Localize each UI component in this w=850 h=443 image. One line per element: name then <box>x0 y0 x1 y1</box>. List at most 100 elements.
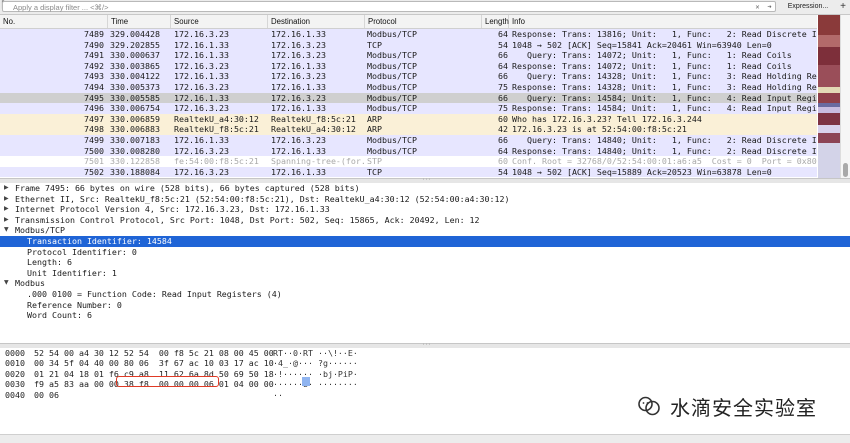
packet-row[interactable]: 7501 330.122858 fe:54:00:f8:5c:21 Spanning-… <box>0 156 817 167</box>
packet-cell-src: fe:54:00:f8:5c:21 <box>174 156 259 167</box>
detail-row[interactable]: ▶ Transmission Control Protocol, Src Port… <box>0 215 850 226</box>
packet-row[interactable]: 7502 330.188084 172.16.3.23 172.16.1.33 TCP 5… <box>0 166 817 178</box>
bytes-row[interactable]: 0010 00 34 5f 04 40 00 80 06 3f 67 ac 10 … <box>0 358 850 368</box>
packet-cell-len: 54 <box>498 39 508 50</box>
packet-cell-dst: 172.16.3.23 <box>271 92 326 103</box>
packet-cell-len: 60 <box>498 113 508 124</box>
packet-cell-no: 7489 <box>84 29 104 39</box>
packet-cell-time: 330.004122 <box>110 71 160 82</box>
packet-row[interactable]: 7490 329.202855 172.16.1.33 172.16.3.23 TCP 5… <box>0 39 817 51</box>
ascii-bytes: RT··0·RT ··\!··E· <box>273 348 358 358</box>
packet-cell-dst: 172.16.3.23 <box>271 50 326 61</box>
splitter-grip-icon[interactable]: ··· <box>422 343 431 348</box>
packet-cell-dst: 172.16.3.23 <box>271 71 326 82</box>
packet-cell-src: RealtekU_f8:5c:21 <box>174 124 259 135</box>
column-header-destination[interactable]: Destination <box>268 15 365 28</box>
expanded-arrow-icon[interactable]: ▼ <box>4 278 12 289</box>
detail-row[interactable]: Unit Identifier: 1 <box>0 268 850 279</box>
packet-cell-src: 172.16.1.33 <box>174 50 229 61</box>
ascii-bytes: ·4_·@··· ?g······ <box>273 358 358 369</box>
expression-button[interactable]: Expression... <box>780 0 836 14</box>
packet-cell-info: Response: Trans: 14584; Unit: 1, Func: 4… <box>512 103 817 114</box>
packet-cell-no: 7494 <box>84 81 104 92</box>
display-filter-input[interactable]: Apply a display filter ... <⌘/> <box>2 1 776 12</box>
splitter-grip-icon[interactable]: ··· <box>422 178 431 183</box>
bytes-row[interactable]: 0000 52 54 00 a4 30 12 52 54 00 f8 5c 21 … <box>0 348 850 358</box>
packet-row[interactable]: 7497 330.006859 RealtekU_a4:30:12 RealtekU_… <box>0 113 817 125</box>
add-filter-button[interactable]: + <box>836 0 850 14</box>
packet-list-rows: 7489 329.004428 172.16.3.23 172.16.1.33 Modb… <box>0 29 817 178</box>
packet-row[interactable]: 7494 330.005373 172.16.3.23 172.16.1.33 Modb… <box>0 81 817 93</box>
packet-cell-proto: ARP <box>367 124 382 135</box>
detail-row[interactable]: ▼ Modbus <box>0 278 850 289</box>
detail-text: Internet Protocol Version 4, Src: 172.16… <box>15 204 330 215</box>
filter-clear-icon[interactable]: ✕ <box>752 2 763 12</box>
packet-cell-len: 42 <box>498 124 508 135</box>
detail-row[interactable]: Length: 6 <box>0 257 850 268</box>
detail-row[interactable]: Transaction Identifier: 14584 <box>0 235 850 247</box>
detail-text: Modbus/TCP <box>15 225 65 236</box>
filter-apply-icon[interactable]: ➜ <box>764 2 775 12</box>
packet-row[interactable]: 7495 330.005585 172.16.1.33 172.16.3.23 Modb… <box>0 92 817 104</box>
packet-row[interactable]: 7499 330.007183 172.16.1.33 172.16.3.23 Modb… <box>0 134 817 146</box>
column-header-info[interactable]: Info <box>509 15 817 28</box>
detail-row[interactable]: ▶ Internet Protocol Version 4, Src: 172.1… <box>0 204 850 215</box>
packet-row[interactable]: 7491 330.000637 172.16.1.33 172.16.3.23 Modb… <box>0 50 817 61</box>
packet-row[interactable]: 7498 330.006883 RealtekU_f8:5c:21 RealtekU_… <box>0 124 817 135</box>
packet-minimap[interactable] <box>818 15 840 178</box>
column-header-source[interactable]: Source <box>171 15 268 28</box>
hex-bytes: 00 06 <box>34 389 59 400</box>
collapsed-arrow-icon[interactable]: ▶ <box>4 204 12 215</box>
packet-row[interactable]: 7492 330.003865 172.16.3.23 172.16.1.33 Modb… <box>0 60 817 72</box>
packet-cell-info: Query: Trans: 14840; Unit: 1, Func: 2: R… <box>512 134 817 145</box>
column-header-protocol[interactable]: Protocol <box>365 15 482 28</box>
collapsed-arrow-icon[interactable]: ▶ <box>4 183 12 194</box>
packet-cell-dst: 172.16.1.33 <box>271 103 326 114</box>
byte-offset: 0030 <box>5 379 25 390</box>
collapsed-arrow-icon[interactable]: ▶ <box>4 215 12 226</box>
packet-list-scrollbar[interactable] <box>840 15 850 178</box>
packet-cell-time: 330.188084 <box>110 166 160 177</box>
packet-cell-info: Response: Trans: 14840; Unit: 1, Func: 2… <box>512 145 817 156</box>
packet-cell-no: 7499 <box>84 134 104 145</box>
scrollbar-thumb[interactable] <box>843 163 848 177</box>
packet-cell-time: 330.122858 <box>110 156 160 167</box>
detail-row[interactable]: Reference Number: 0 <box>0 300 850 311</box>
detail-row[interactable]: ▶ Ethernet II, Src: RealtekU_f8:5c:21 (52… <box>0 194 850 205</box>
packet-cell-len: 75 <box>498 81 508 92</box>
packet-cell-proto: Modbus/TCP <box>367 134 417 145</box>
packet-cell-info: Query: Trans: 14328; Unit: 1, Func: 3: R… <box>526 71 817 82</box>
packet-cell-proto: STP <box>367 156 382 167</box>
packet-cell-len: 66 <box>498 134 508 145</box>
detail-row[interactable]: Word Count: 6 <box>0 310 850 321</box>
packet-list[interactable]: No. Time Source Destination Protocol Len… <box>0 15 817 178</box>
packet-cell-time: 330.005373 <box>110 81 160 92</box>
packet-cell-proto: Modbus/TCP <box>367 92 417 103</box>
column-header-length[interactable]: Length <box>482 15 509 28</box>
collapsed-arrow-icon[interactable]: ▶ <box>4 194 12 205</box>
packet-cell-info: Response: Trans: 13816; Unit: 1, Func: 2… <box>512 29 817 39</box>
packet-cell-src: 172.16.1.33 <box>174 39 229 50</box>
detail-row[interactable]: .000 0100 = Function Code: Read Input Re… <box>0 289 850 300</box>
packet-cell-dst: 172.16.1.33 <box>271 81 326 92</box>
detail-row[interactable]: ▶ Frame 7495: 66 bytes on wire (528 bits)… <box>0 183 850 194</box>
packet-cell-proto: Modbus/TCP <box>367 145 417 156</box>
detail-row[interactable]: ▼ Modbus/TCP <box>0 225 850 236</box>
packet-details-pane: ▶ Frame 7495: 66 bytes on wire (528 bits)… <box>0 183 850 343</box>
column-header-no[interactable]: No. <box>0 15 108 28</box>
packet-row[interactable]: 7500 330.008280 172.16.3.23 172.16.1.33 Modb… <box>0 145 817 157</box>
detail-text: Length: 6 <box>27 257 72 268</box>
detail-text: Unit Identifier: 1 <box>27 267 117 278</box>
packet-cell-info: 1048 → 502 [ACK] Seq=15841 Ack=20461 Win… <box>512 39 772 50</box>
packet-row[interactable]: 7496 330.006754 172.16.3.23 172.16.1.33 Modb… <box>0 103 817 114</box>
detail-text: Transmission Control Protocol, Src Port:… <box>15 214 480 225</box>
display-filter-bar: ▙ Apply a display filter ... <⌘/> ✕ ➜ Ex… <box>0 0 850 15</box>
expanded-arrow-icon[interactable]: ▼ <box>4 225 12 236</box>
packet-row[interactable]: 7489 329.004428 172.16.3.23 172.16.1.33 Modb… <box>0 29 817 40</box>
packet-row[interactable]: 7493 330.004122 172.16.1.33 172.16.3.23 Modb… <box>0 71 817 82</box>
packet-cell-len: 60 <box>498 156 508 167</box>
packet-cell-no: 7502 <box>84 166 104 177</box>
column-header-time[interactable]: Time <box>108 15 171 28</box>
packet-cell-dst: RealtekU_f8:5c:21 <box>271 113 356 124</box>
detail-row[interactable]: Protocol Identifier: 0 <box>0 247 850 258</box>
